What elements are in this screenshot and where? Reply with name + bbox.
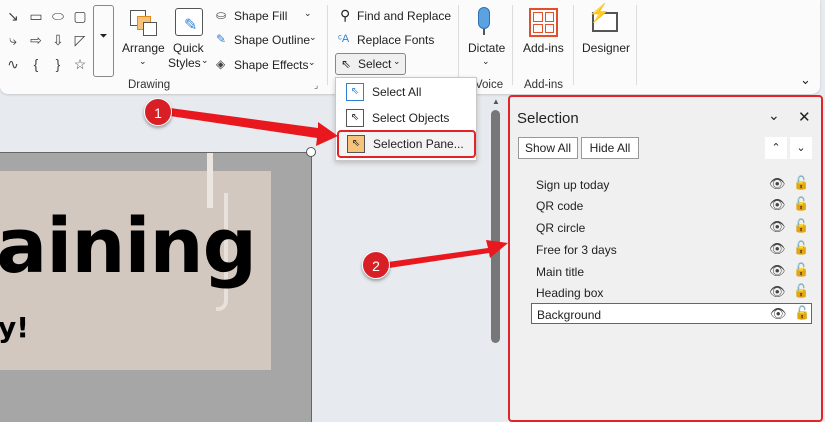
arrow-1: [170, 108, 338, 146]
arrow-2: [388, 240, 508, 268]
annotation-arrows: [170, 108, 508, 268]
step-2-badge: 2: [362, 251, 390, 279]
step-1-badge: 1: [144, 98, 172, 126]
